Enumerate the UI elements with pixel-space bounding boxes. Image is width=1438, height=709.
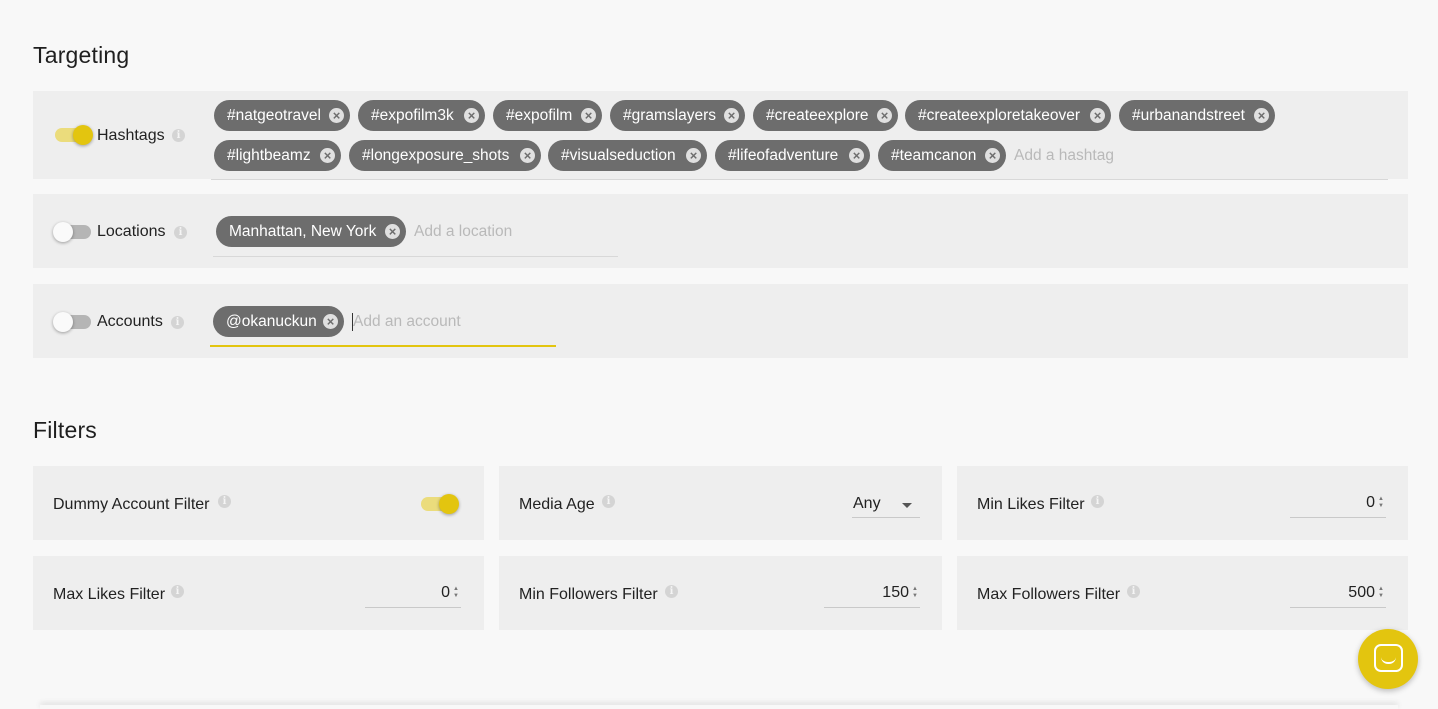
- dummy-account-filter-label: Dummy Account Filter: [53, 496, 210, 513]
- location-chip: Manhattan, New York ×: [216, 216, 406, 247]
- media-age-value: Any: [853, 495, 881, 512]
- min-likes-label: Min Likes Filter: [977, 496, 1085, 513]
- max-followers-input[interactable]: 500 ▲ ▼: [1290, 582, 1386, 608]
- chat-launcher-button[interactable]: [1358, 629, 1418, 689]
- location-input[interactable]: [414, 222, 614, 242]
- chip-label: #expofilm3k: [371, 107, 454, 124]
- chip-label: #natgeotravel: [227, 107, 321, 124]
- accounts-toggle[interactable]: [53, 312, 91, 332]
- close-circle-icon[interactable]: ×: [323, 314, 338, 329]
- info-icon[interactable]: i: [171, 585, 184, 598]
- close-circle-icon[interactable]: ×: [1090, 108, 1105, 123]
- min-followers-input[interactable]: 150 ▲ ▼: [824, 582, 920, 608]
- account-input-underline: [210, 345, 556, 347]
- close-circle-icon[interactable]: ×: [464, 108, 479, 123]
- close-circle-icon[interactable]: ×: [877, 108, 892, 123]
- close-circle-icon[interactable]: ×: [724, 108, 739, 123]
- info-icon[interactable]: i: [218, 495, 231, 508]
- account-input[interactable]: [353, 312, 548, 332]
- max-likes-value: 0: [441, 584, 450, 601]
- spinner-icon[interactable]: ▲ ▼: [911, 586, 919, 600]
- max-likes-label: Max Likes Filter: [53, 586, 166, 603]
- hashtag-chip: #expofilm3k ×: [358, 100, 485, 131]
- chip-label: #longexposure_shots: [362, 147, 510, 164]
- hashtag-chip: #teamcanon ×: [878, 140, 1006, 171]
- accounts-label: Accounts: [97, 313, 163, 330]
- hashtags-toggle[interactable]: [55, 125, 93, 145]
- close-circle-icon[interactable]: ×: [320, 148, 335, 163]
- toggle-knob: [53, 222, 73, 242]
- account-chip: @okanuckun ×: [213, 306, 344, 337]
- close-circle-icon[interactable]: ×: [1254, 108, 1269, 123]
- chip-label: #urbanandstreet: [1132, 107, 1245, 124]
- media-age-select[interactable]: Any: [852, 492, 920, 518]
- hashtag-chip: #gramslayers ×: [610, 100, 745, 131]
- hashtag-chip: #urbanandstreet ×: [1119, 100, 1275, 131]
- info-icon[interactable]: i: [665, 585, 678, 598]
- hashtag-chip: #lightbeamz ×: [214, 140, 341, 171]
- close-circle-icon[interactable]: ×: [849, 148, 864, 163]
- toggle-knob: [53, 312, 73, 332]
- spinner-icon[interactable]: ▲ ▼: [1377, 496, 1385, 510]
- min-likes-value: 0: [1366, 494, 1375, 511]
- close-circle-icon[interactable]: ×: [686, 148, 701, 163]
- info-icon[interactable]: i: [602, 495, 615, 508]
- info-icon[interactable]: i: [1127, 585, 1140, 598]
- max-followers-label: Max Followers Filter: [977, 586, 1121, 603]
- hashtag-chip: #expofilm ×: [493, 100, 602, 131]
- hashtag-chip: #createexplore ×: [753, 100, 898, 131]
- chip-label: #lightbeamz: [227, 147, 311, 164]
- locations-label: Locations: [97, 223, 166, 240]
- targeting-title: Targeting: [33, 42, 130, 68]
- max-followers-value: 500: [1348, 584, 1375, 601]
- chip-label: #visualseduction: [561, 147, 676, 164]
- info-icon[interactable]: i: [171, 316, 184, 329]
- min-followers-value: 150: [882, 584, 909, 601]
- footer-shadow: [40, 705, 1398, 709]
- chip-label: #gramslayers: [623, 107, 717, 124]
- filters-title: Filters: [33, 417, 98, 443]
- location-input-underline: [213, 256, 618, 257]
- spinner-icon[interactable]: ▲ ▼: [1377, 586, 1385, 600]
- hashtag-chip: #visualseduction ×: [548, 140, 707, 171]
- hashtag-chip: #natgeotravel ×: [214, 100, 350, 131]
- locations-toggle[interactable]: [53, 222, 91, 242]
- toggle-knob: [73, 125, 93, 145]
- close-circle-icon[interactable]: ×: [385, 224, 400, 239]
- info-icon[interactable]: i: [172, 129, 185, 142]
- dummy-account-filter-toggle[interactable]: [421, 494, 459, 514]
- hashtag-input[interactable]: [1014, 146, 1314, 166]
- close-circle-icon[interactable]: ×: [581, 108, 596, 123]
- chip-label: @okanuckun: [226, 313, 317, 330]
- chip-label: #teamcanon: [891, 147, 977, 164]
- hashtag-chip: #lifeofadventure ×: [715, 140, 870, 171]
- hashtags-label: Hashtags: [97, 127, 165, 144]
- min-likes-input[interactable]: 0 ▲ ▼: [1290, 492, 1386, 518]
- chip-label: Manhattan, New York: [229, 223, 377, 240]
- info-icon[interactable]: i: [174, 226, 187, 239]
- spinner-icon[interactable]: ▲ ▼: [452, 586, 460, 600]
- close-circle-icon[interactable]: ×: [520, 148, 535, 163]
- toggle-knob: [439, 494, 459, 514]
- hashtag-chip: #longexposure_shots ×: [349, 140, 541, 171]
- close-circle-icon[interactable]: ×: [329, 108, 344, 123]
- chip-label: #lifeofadventure: [728, 147, 839, 164]
- chip-label: #createexploretakeover: [918, 107, 1080, 124]
- chevron-down-icon: [902, 503, 912, 508]
- chip-label: #createexplore: [766, 107, 869, 124]
- media-age-label: Media Age: [519, 496, 595, 513]
- min-followers-label: Min Followers Filter: [519, 586, 658, 603]
- hashtag-input-underline: [211, 179, 1388, 180]
- close-circle-icon[interactable]: ×: [985, 148, 1000, 163]
- chip-label: #expofilm: [506, 107, 573, 124]
- max-likes-input[interactable]: 0 ▲ ▼: [365, 582, 461, 608]
- info-icon[interactable]: i: [1091, 495, 1104, 508]
- hashtag-chip: #createexploretakeover ×: [905, 100, 1111, 131]
